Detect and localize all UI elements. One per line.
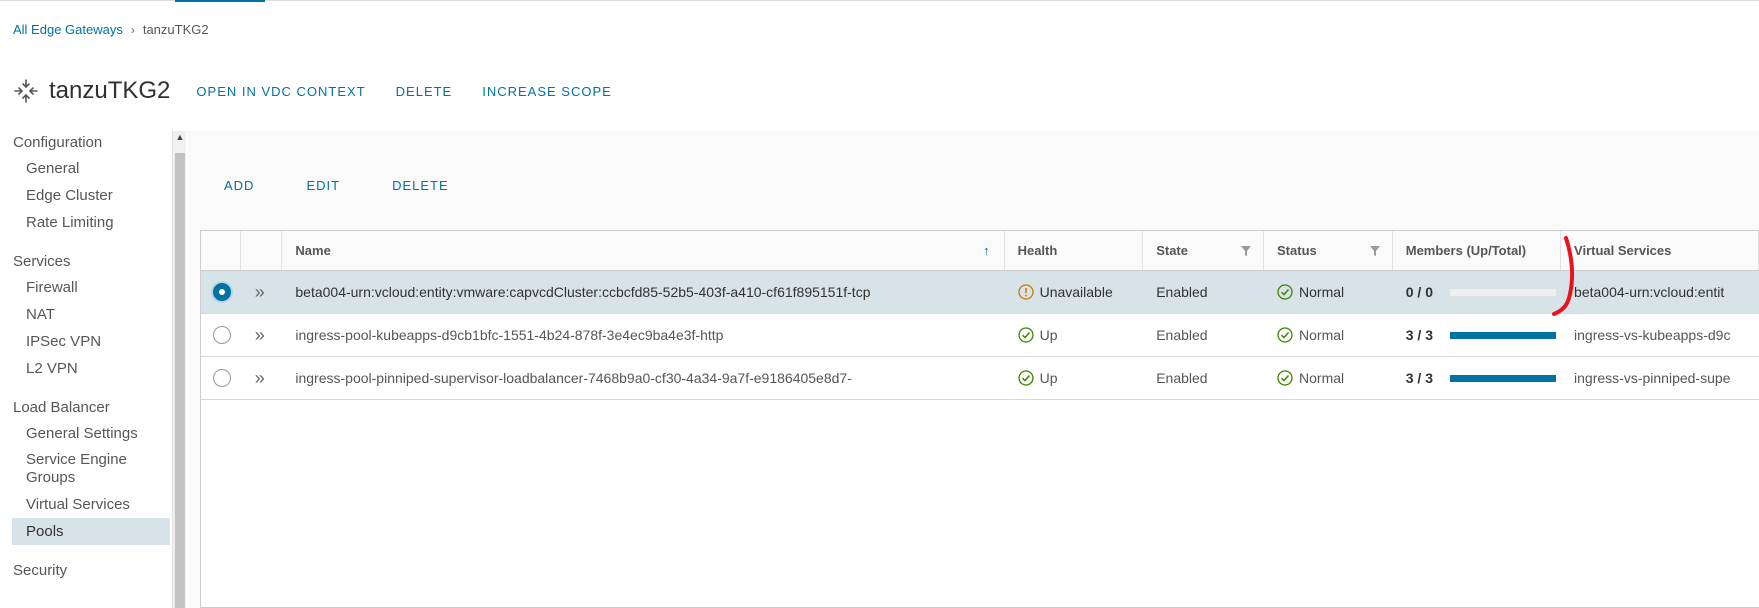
table-row[interactable]: » ingress-pool-pinniped-supervisor-loadb… bbox=[201, 357, 1759, 400]
table-row[interactable]: » ingress-pool-kubeapps-d9cb1bfc-1551-4b… bbox=[201, 314, 1759, 357]
sidebar-item-pools[interactable]: Pools bbox=[12, 518, 170, 545]
members-progress-bar bbox=[1449, 374, 1556, 382]
members-progress-bar bbox=[1449, 331, 1556, 339]
column-header-status[interactable]: Status bbox=[1264, 231, 1393, 270]
sidebar-item-general-settings[interactable]: General Settings bbox=[0, 420, 170, 447]
column-header-health[interactable]: Health bbox=[1005, 231, 1144, 270]
nav-group-load-balancer: Load Balancer bbox=[13, 399, 110, 416]
delete-gateway-button[interactable]: DELETE bbox=[396, 84, 453, 99]
check-circle-icon bbox=[1017, 327, 1034, 343]
column-header-virtual-services-label: Virtual Services bbox=[1574, 243, 1672, 258]
column-header-state-label: State bbox=[1156, 243, 1188, 258]
column-header-state[interactable]: State bbox=[1143, 231, 1265, 270]
sidebar-item-l2-vpn[interactable]: L2 VPN bbox=[0, 355, 170, 382]
chevron-right-icon: › bbox=[130, 22, 135, 37]
filter-icon[interactable] bbox=[1369, 245, 1380, 256]
row-select-radio[interactable] bbox=[213, 326, 231, 344]
edge-gateway-icon bbox=[14, 79, 38, 103]
status-label: Normal bbox=[1299, 370, 1345, 386]
expand-row-icon[interactable]: » bbox=[255, 325, 265, 346]
column-header-health-label: Health bbox=[1017, 243, 1058, 258]
expand-row-icon[interactable]: » bbox=[255, 368, 265, 389]
sidebar-item-ipsec-vpn[interactable]: IPSec VPN bbox=[0, 328, 170, 355]
column-header-name[interactable]: Name ↑ bbox=[282, 231, 1005, 270]
column-header-virtual-services[interactable]: Virtual Services bbox=[1561, 231, 1759, 270]
virtual-service-link[interactable]: ingress-vs-kubeapps-d9c bbox=[1561, 314, 1759, 356]
sidebar-item-edge-cluster[interactable]: Edge Cluster bbox=[0, 182, 170, 209]
datagrid-header: Name ↑ Health State Status Members (Up/T… bbox=[201, 231, 1759, 271]
sidebar-item-virtual-services[interactable]: Virtual Services bbox=[0, 491, 170, 518]
nav-group-configuration: Configuration bbox=[13, 134, 103, 151]
breadcrumb: All Edge Gateways › tanzuTKG2 bbox=[13, 22, 209, 37]
warning-icon bbox=[1017, 284, 1034, 300]
row-select-radio[interactable] bbox=[213, 369, 231, 387]
column-header-members-label: Members (Up/Total) bbox=[1405, 243, 1527, 258]
health-label: Up bbox=[1039, 327, 1058, 343]
members-count: 3 / 3 bbox=[1405, 370, 1433, 386]
header-expand-column bbox=[241, 231, 283, 270]
nav-group-services: Services bbox=[13, 253, 71, 270]
sidebar-item-service-engine-groups[interactable]: Service Engine Groups bbox=[0, 447, 170, 491]
health-label: Up bbox=[1039, 370, 1058, 386]
pool-action-bar: ADD EDIT DELETE bbox=[224, 178, 501, 193]
members-progress-bar bbox=[1449, 288, 1556, 296]
members-count: 3 / 3 bbox=[1405, 327, 1433, 343]
members-count: 0 / 0 bbox=[1405, 284, 1433, 300]
health-label: Unavailable bbox=[1039, 284, 1113, 300]
status-label: Normal bbox=[1299, 284, 1345, 300]
sidebar-item-nat[interactable]: NAT bbox=[0, 301, 170, 328]
virtual-service-link[interactable]: ingress-vs-pinniped-supe bbox=[1561, 357, 1759, 399]
main-content: ADD EDIT DELETE Name ↑ Health State Stat… bbox=[187, 131, 1759, 608]
open-in-vdc-context-button[interactable]: OPEN IN VDC CONTEXT bbox=[196, 84, 365, 99]
filter-icon[interactable] bbox=[1241, 245, 1252, 256]
table-row[interactable]: » beta004-urn:vcloud:entity:vmware:capvc… bbox=[201, 271, 1759, 314]
edit-button[interactable]: EDIT bbox=[306, 178, 340, 193]
column-header-name-label: Name bbox=[295, 243, 331, 258]
nav-group-security: Security bbox=[13, 562, 68, 579]
page-header: tanzuTKG2 OPEN IN VDC CONTEXT DELETE INC… bbox=[13, 74, 642, 108]
pool-name: ingress-pool-kubeapps-d9cb1bfc-1551-4b24… bbox=[295, 327, 724, 343]
breadcrumb-current: tanzuTKG2 bbox=[142, 22, 209, 37]
increase-scope-button[interactable]: INCREASE SCOPE bbox=[482, 84, 612, 99]
check-circle-icon bbox=[1017, 370, 1034, 386]
sidebar-item-firewall[interactable]: Firewall bbox=[0, 274, 170, 301]
virtual-service-link[interactable]: beta004-urn:vcloud:entit bbox=[1561, 271, 1759, 313]
header-select-column bbox=[201, 231, 241, 270]
state-value: Enabled bbox=[1156, 327, 1208, 343]
breadcrumb-all-edge-gateways[interactable]: All Edge Gateways bbox=[13, 22, 123, 37]
check-circle-icon bbox=[1277, 370, 1293, 386]
active-tab-indicator bbox=[175, 0, 265, 2]
page-title: tanzuTKG2 bbox=[49, 77, 171, 104]
sidebar-scrollbar[interactable]: ▲ bbox=[172, 131, 186, 608]
column-header-members[interactable]: Members (Up/Total) bbox=[1393, 231, 1562, 270]
expand-row-icon[interactable]: » bbox=[255, 282, 265, 303]
scrollbar-thumb[interactable] bbox=[175, 153, 185, 608]
add-button[interactable]: ADD bbox=[224, 178, 254, 193]
sidebar-item-rate-limiting[interactable]: Rate Limiting bbox=[0, 209, 170, 236]
pool-name: beta004-urn:vcloud:entity:vmware:capvcdC… bbox=[295, 284, 871, 300]
pool-name: ingress-pool-pinniped-supervisor-loadbal… bbox=[295, 370, 852, 386]
state-value: Enabled bbox=[1156, 284, 1208, 300]
delete-button[interactable]: DELETE bbox=[392, 178, 449, 193]
sidebar-item-general[interactable]: General bbox=[0, 155, 170, 182]
pools-datagrid: Name ↑ Health State Status Members (Up/T… bbox=[200, 230, 1759, 608]
scroll-up-arrow-icon[interactable]: ▲ bbox=[173, 131, 187, 145]
sort-ascending-icon[interactable]: ↑ bbox=[983, 243, 990, 258]
red-annotation-mark bbox=[1552, 236, 1575, 316]
check-circle-icon bbox=[1277, 327, 1293, 343]
members-progress-fill bbox=[1449, 331, 1556, 339]
column-header-status-label: Status bbox=[1277, 243, 1317, 258]
check-circle-icon bbox=[1277, 284, 1293, 300]
state-value: Enabled bbox=[1156, 370, 1208, 386]
members-progress-fill bbox=[1449, 374, 1556, 382]
status-label: Normal bbox=[1299, 327, 1345, 343]
row-select-radio[interactable] bbox=[213, 283, 231, 301]
sidebar: Configuration General Edge Cluster Rate … bbox=[0, 131, 172, 608]
